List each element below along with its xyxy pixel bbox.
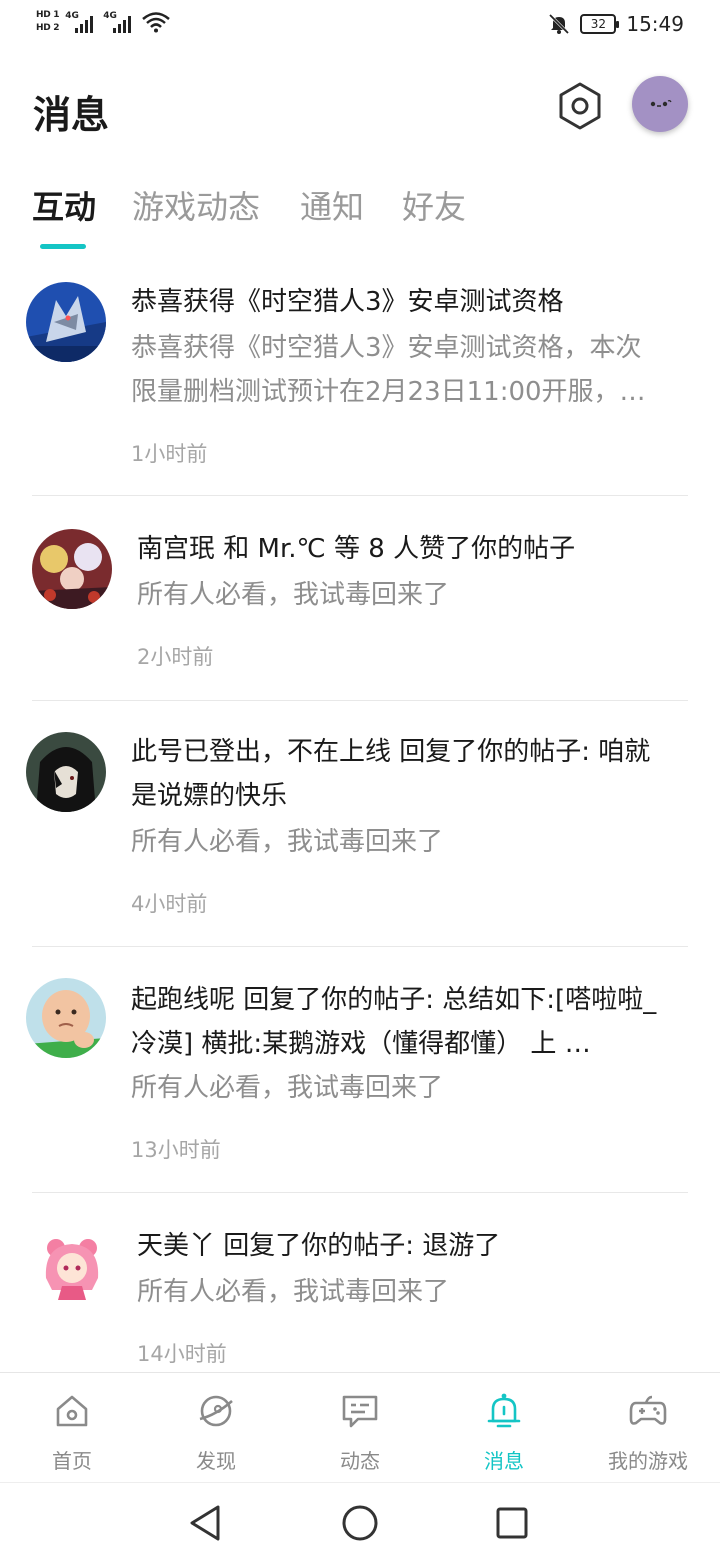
wolf-game-avatar-icon bbox=[26, 282, 106, 362]
tab-notifications[interactable]: 通知 bbox=[300, 182, 364, 228]
message-time: 2小时前 bbox=[137, 645, 214, 669]
profile-avatar[interactable] bbox=[632, 76, 688, 132]
status-left: HD 1 HD 2 4G 4G bbox=[36, 10, 171, 34]
avatar[interactable] bbox=[26, 732, 106, 812]
pink-girl-avatar-icon bbox=[32, 1226, 112, 1306]
nav-my-games-label: 我的游戏 bbox=[608, 1449, 688, 1473]
tab-game-news[interactable]: 游戏动态 bbox=[132, 182, 260, 228]
message-body: 所有人必看，我试毒回来了 bbox=[137, 1277, 450, 1307]
divider bbox=[32, 946, 688, 947]
settings-button[interactable] bbox=[554, 80, 606, 132]
tab-friends[interactable]: 好友 bbox=[402, 182, 466, 228]
system-nav-bar bbox=[0, 1482, 720, 1560]
bell-icon bbox=[487, 1393, 521, 1428]
recents-square-icon bbox=[496, 1507, 528, 1539]
list-item[interactable]: 起跑线呢 回复了你的帖子: 总结如下:[嗒啦啦_ 冷漠] 横批:某鹅游戏（懂得都… bbox=[0, 966, 720, 1192]
hd1-label: HD 1 bbox=[36, 10, 60, 20]
mute-bell-icon bbox=[549, 13, 570, 35]
message-title-line1: 起跑线呢 回复了你的帖子: 总结如下:[嗒啦啦_ bbox=[131, 985, 657, 1015]
message-body-line2: 限量删档测试预计在2月23日11:00开服，… bbox=[131, 377, 646, 407]
tab-indicator bbox=[40, 244, 86, 249]
message-body: 所有人必看，我试毒回来了 bbox=[131, 827, 444, 857]
battery-level: 32 bbox=[590, 17, 606, 31]
nav-discover-label: 发现 bbox=[196, 1449, 236, 1473]
list-item[interactable]: 南宫珉 和 Mr.℃ 等 8 人赞了你的帖子 所有人必看，我试毒回来了 2小时前 bbox=[0, 515, 720, 700]
avatar[interactable] bbox=[26, 282, 106, 362]
list-item[interactable]: 恭喜获得《时空猎人3》安卓测试资格 恭喜获得《时空猎人3》安卓测试资格，本次 限… bbox=[0, 270, 720, 495]
hd-indicators: HD 1 HD 2 bbox=[36, 10, 60, 34]
message-body: 所有人必看，我试毒回来了 bbox=[137, 580, 450, 610]
recents-button[interactable] bbox=[490, 1501, 534, 1545]
battery-icon: 32 bbox=[580, 14, 620, 34]
divider bbox=[32, 700, 688, 701]
message-title: 恭喜获得《时空猎人3》安卓测试资格 bbox=[131, 287, 564, 317]
nav-messages[interactable]: 消息 bbox=[449, 1373, 559, 1483]
nav-feed-label: 动态 bbox=[340, 1449, 380, 1473]
tab-interaction[interactable]: 互动 bbox=[32, 182, 96, 228]
divider bbox=[32, 1192, 688, 1193]
baby-avatar-icon bbox=[26, 978, 106, 1058]
page-title: 消息 bbox=[33, 93, 110, 137]
avatar[interactable] bbox=[32, 529, 112, 609]
nav-messages-label: 消息 bbox=[484, 1449, 524, 1473]
feed-icon bbox=[342, 1395, 378, 1428]
anime-group-avatar-icon bbox=[32, 529, 112, 609]
signal-1-icon: 4G bbox=[65, 11, 97, 33]
wifi-icon bbox=[142, 12, 171, 33]
bottom-nav: 首页 发现 动态 消息 我的游戏 bbox=[0, 1372, 720, 1482]
home-circle-icon bbox=[342, 1505, 378, 1541]
avatar[interactable] bbox=[26, 978, 106, 1058]
message-title-line2: 是说嫖的快乐 bbox=[131, 781, 288, 811]
divider bbox=[32, 495, 688, 496]
message-time: 14小时前 bbox=[137, 1342, 227, 1366]
message-time: 13小时前 bbox=[131, 1138, 221, 1162]
back-button[interactable] bbox=[184, 1501, 228, 1545]
signal-2-icon: 4G bbox=[103, 11, 135, 33]
status-bar: HD 1 HD 2 4G 4G 32 15:49 bbox=[0, 0, 720, 52]
status-right: 32 15:49 bbox=[548, 12, 684, 36]
list-item[interactable]: 此号已登出，不在上线 回复了你的帖子: 咱就 是说嫖的快乐 所有人必看，我试毒回… bbox=[0, 720, 720, 946]
avatar[interactable] bbox=[32, 1226, 112, 1306]
clock: 15:49 bbox=[626, 12, 684, 36]
nav-my-games[interactable]: 我的游戏 bbox=[593, 1373, 703, 1483]
discover-icon bbox=[199, 1395, 233, 1427]
message-time: 1小时前 bbox=[131, 442, 208, 466]
message-body-line1: 恭喜获得《时空猎人3》安卓测试资格，本次 bbox=[131, 333, 642, 363]
avatar-face-icon bbox=[650, 100, 672, 107]
home-icon bbox=[56, 1395, 88, 1427]
back-triangle-icon bbox=[190, 1505, 220, 1541]
gamepad-icon bbox=[629, 1395, 667, 1425]
message-tabs: 互动 游戏动态 通知 好友 bbox=[0, 182, 720, 252]
message-title-line1: 此号已登出，不在上线 回复了你的帖子: 咱就 bbox=[131, 737, 651, 767]
dark-hair-avatar-icon bbox=[26, 732, 106, 812]
message-title-line2: 冷漠] 横批:某鹅游戏（懂得都懂） 上 … bbox=[131, 1029, 591, 1059]
hd2-label: HD 2 bbox=[36, 23, 60, 33]
message-title: 天美丫 回复了你的帖子: 退游了 bbox=[137, 1231, 501, 1261]
settings-hex-icon bbox=[559, 82, 601, 130]
screen: HD 1 HD 2 4G 4G 32 15:49 消息 互动 游戏动态 通知 好… bbox=[0, 0, 720, 1560]
message-time: 4小时前 bbox=[131, 892, 208, 916]
message-body: 所有人必看，我试毒回来了 bbox=[131, 1073, 444, 1103]
list-item[interactable]: 天美丫 回复了你的帖子: 退游了 所有人必看，我试毒回来了 14小时前 bbox=[0, 1212, 720, 1372]
nav-home[interactable]: 首页 bbox=[17, 1373, 127, 1483]
nav-discover[interactable]: 发现 bbox=[161, 1373, 271, 1483]
home-button[interactable] bbox=[338, 1501, 382, 1545]
nav-feed[interactable]: 动态 bbox=[305, 1373, 415, 1483]
nav-home-label: 首页 bbox=[52, 1449, 92, 1473]
message-title: 南宫珉 和 Mr.℃ 等 8 人赞了你的帖子 bbox=[137, 534, 576, 564]
